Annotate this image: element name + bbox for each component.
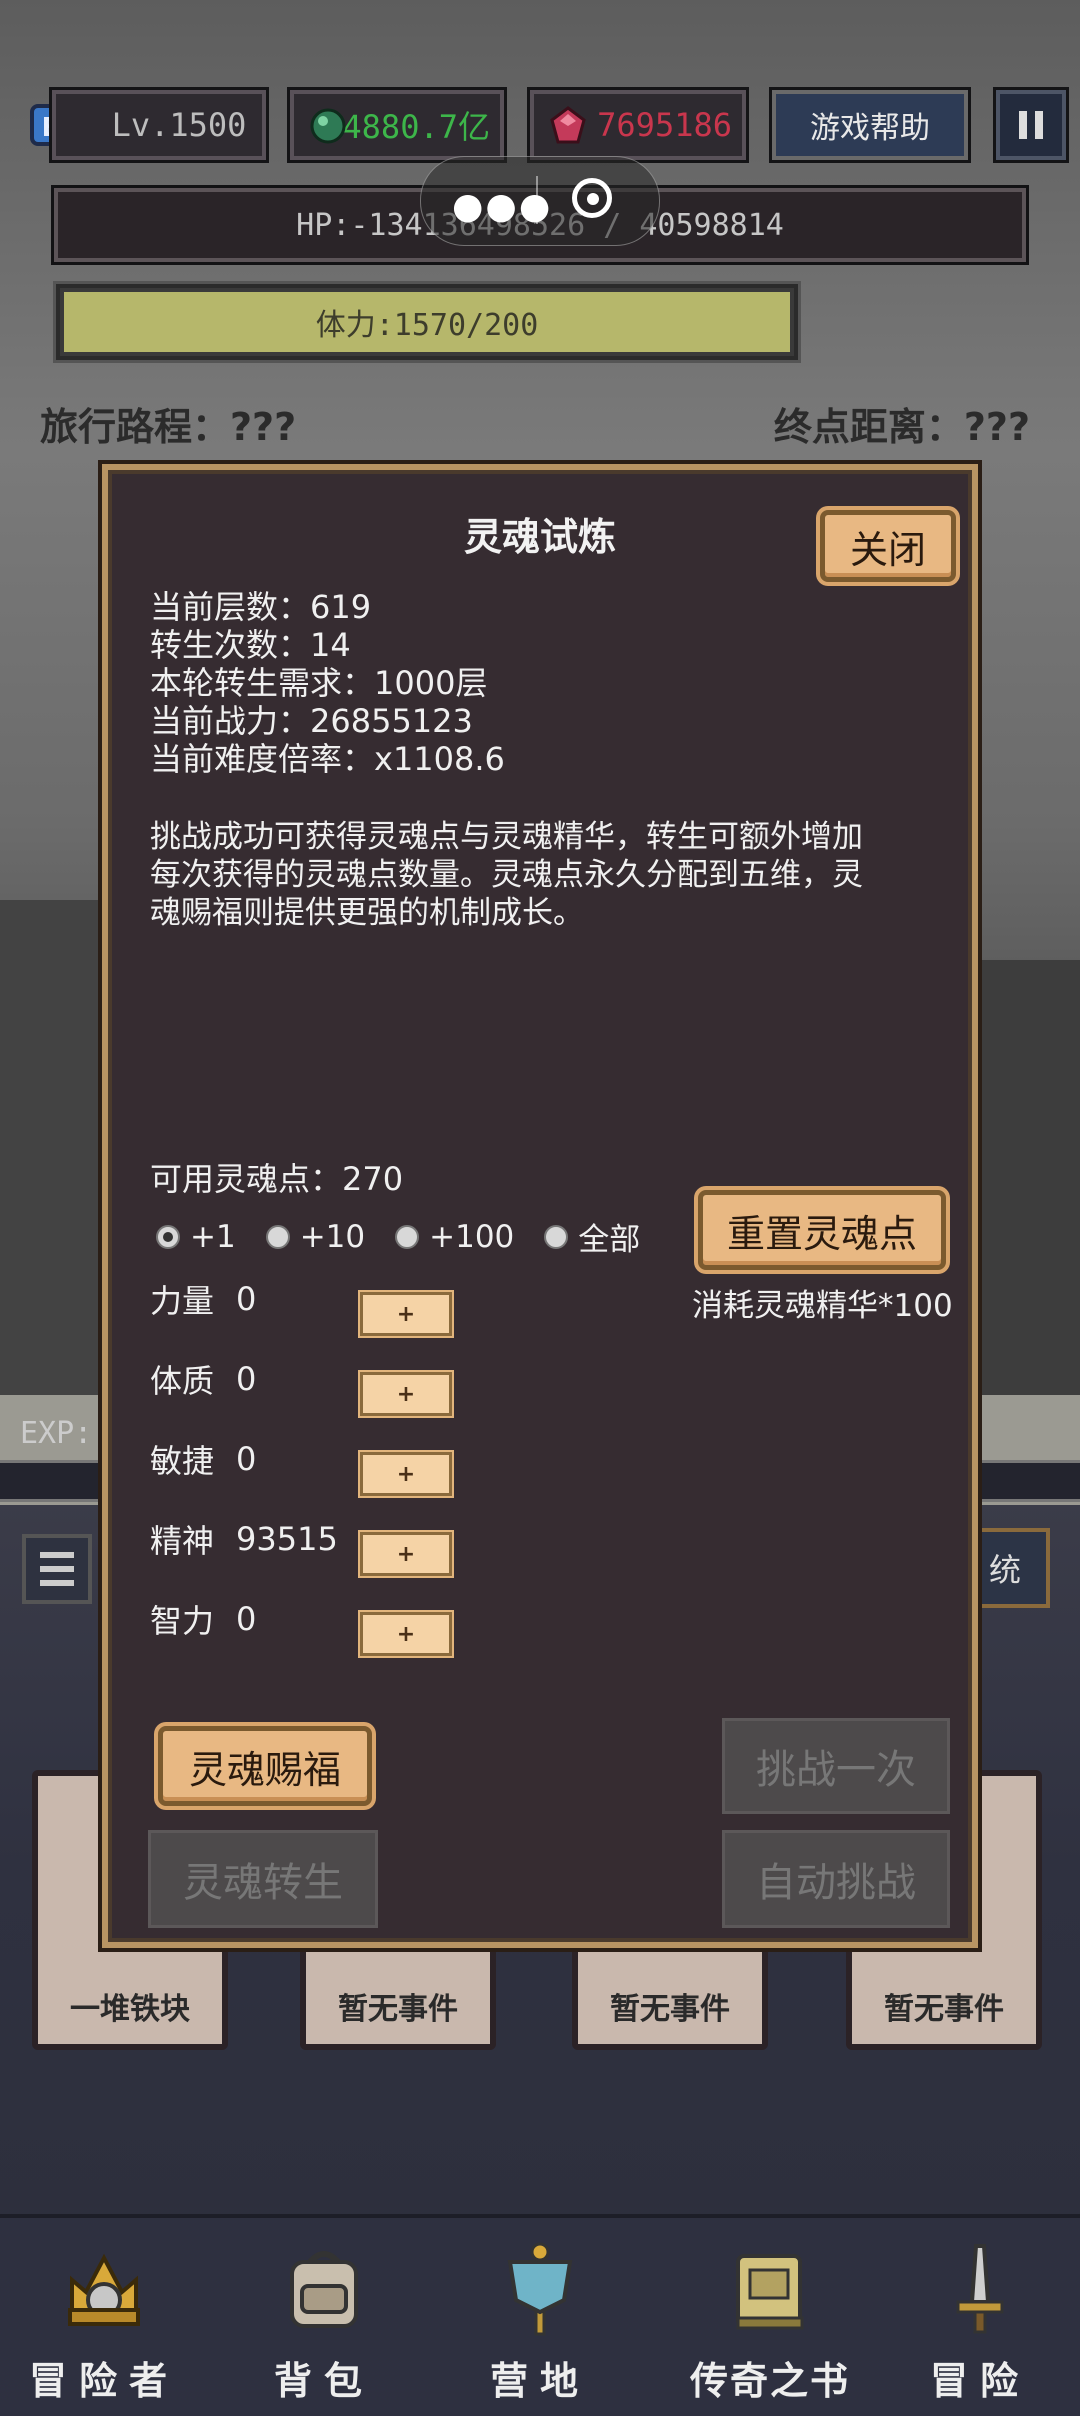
soul-blessing-button[interactable]: 灵魂赐福 (158, 1726, 372, 1806)
nav-adventure[interactable]: 冒险 (900, 2240, 1060, 2410)
attr-row-intelligence: 智力 0 (150, 1596, 356, 1642)
attr-value: 0 (236, 1600, 257, 1638)
level-display: Lv.1500 (52, 90, 266, 160)
trial-description: 挑战成功可获得灵魂点与灵魂精华，转生可额外增加每次获得的灵魂点数量。灵魂点永久分… (150, 819, 863, 931)
pause-icon (1019, 111, 1043, 139)
distance-label: 终点距离：??? (773, 405, 1030, 449)
nav-adventurer[interactable]: 冒险者 (24, 2240, 184, 2410)
attr-row-agility: 敏捷 0 (150, 1436, 356, 1482)
stat-floor: 当前层数：619 (150, 588, 372, 626)
radio-label: +1 (190, 1218, 236, 1255)
event-card-label-3: 暂无事件 (610, 1992, 730, 2027)
soul-trial-dialog: 灵魂试炼 关闭 当前层数：619 转生次数：14 本轮转生需求：1000层 当前… (102, 464, 978, 1948)
pause-button[interactable] (996, 90, 1066, 160)
attr-value: 0 (236, 1360, 257, 1398)
stamina-bar: 体力:1570/200 (56, 284, 798, 360)
gem-value: 4880.7亿 (342, 108, 490, 146)
attr-name: 精神 (150, 1522, 215, 1560)
close-miniapp-icon[interactable] (572, 178, 612, 218)
auto-challenge-button[interactable]: 自动挑战 (722, 1830, 950, 1928)
stat-difficulty: 当前难度倍率：x1108.6 (150, 740, 505, 778)
stat-requirement: 本轮转生需求：1000层 (150, 664, 488, 702)
radio-label: 全部 (578, 1222, 641, 1258)
camp-banner-icon (490, 2240, 590, 2340)
background-hill-right (970, 960, 1080, 1400)
crown-helmet-icon (54, 2240, 154, 2340)
reset-soul-points-button[interactable]: 重置灵魂点 (698, 1190, 946, 1270)
stat-power: 当前战力：26855123 (150, 702, 473, 740)
radio-all[interactable]: 全部 (544, 1214, 640, 1259)
menu-icon[interactable] (22, 1534, 92, 1604)
add-strength-button[interactable]: + (360, 1292, 452, 1336)
event-card-label-4: 暂无事件 (884, 1992, 1004, 2027)
attr-name: 智力 (150, 1602, 215, 1640)
ruby-counter: 7695186 (530, 90, 746, 160)
book-icon (720, 2240, 820, 2340)
gem-icon (310, 108, 346, 144)
exp-label: EXP: (20, 1416, 93, 1451)
game-help-button[interactable]: 游戏帮助 (772, 90, 968, 160)
increment-selector: +1 +10 +100 全部 (156, 1214, 670, 1259)
attr-name: 力量 (150, 1282, 215, 1320)
event-card-label-2: 暂无事件 (338, 1992, 458, 2027)
gem-counter: 4880.7亿 (290, 90, 504, 160)
radio-label: +10 (299, 1218, 366, 1255)
radio-plus-1[interactable]: +1 (156, 1219, 236, 1255)
radio-icon (395, 1224, 420, 1249)
reset-cost-label: 消耗灵魂精华*100 (692, 1288, 953, 1324)
attr-name: 体质 (150, 1362, 215, 1400)
radio-icon (265, 1224, 290, 1249)
nav-legend-book[interactable]: 传奇之书 (680, 2240, 860, 2410)
background-hill-left (0, 900, 110, 1400)
stat-rebirths: 转生次数：14 (150, 626, 351, 664)
stamina-text: 体力:1570/200 (315, 308, 539, 343)
add-intelligence-button[interactable]: + (360, 1612, 452, 1656)
event-card-label-1: 一堆铁块 (70, 1992, 190, 2027)
radio-plus-10[interactable]: +10 (265, 1218, 366, 1255)
radio-selected-icon (156, 1224, 180, 1249)
attr-value: 0 (236, 1440, 257, 1478)
nav-backpack[interactable]: 背包 (244, 2240, 404, 2410)
attr-value: 0 (236, 1280, 257, 1318)
backpack-icon (274, 2240, 374, 2340)
nav-label: 营地 (489, 2359, 590, 2403)
challenge-once-button[interactable]: 挑战一次 (722, 1718, 950, 1814)
soul-rebirth-button[interactable]: 灵魂转生 (148, 1830, 378, 1928)
sword-icon (930, 2240, 1030, 2340)
attr-row-constitution: 体质 0 (150, 1356, 356, 1402)
nav-label: 背包 (273, 2359, 374, 2403)
radio-icon (544, 1224, 569, 1249)
nav-label: 冒险 (929, 2359, 1030, 2403)
capsule-divider (536, 176, 538, 224)
radio-plus-100[interactable]: +100 (395, 1219, 514, 1255)
available-soul-points: 可用灵魂点：270 (150, 1160, 404, 1198)
add-agility-button[interactable]: + (360, 1452, 452, 1496)
ruby-icon (548, 106, 588, 146)
attr-row-strength: 力量 0 (150, 1276, 356, 1322)
add-constitution-button[interactable]: + (360, 1372, 452, 1416)
radio-label: +100 (429, 1218, 515, 1255)
nav-label: 冒险者 (28, 2359, 179, 2403)
nav-label: 传奇之书 (689, 2359, 850, 2403)
add-spirit-button[interactable]: + (360, 1532, 452, 1576)
attr-row-spirit: 精神 93515 (150, 1516, 356, 1562)
close-button[interactable]: 关闭 (820, 510, 956, 582)
nav-camp[interactable]: 营地 (460, 2240, 620, 2410)
attr-value: 93515 (236, 1520, 338, 1558)
attr-name: 敏捷 (150, 1442, 215, 1480)
route-label: 旅行路程：??? (40, 405, 297, 449)
ruby-value: 7695186 (597, 106, 732, 144)
